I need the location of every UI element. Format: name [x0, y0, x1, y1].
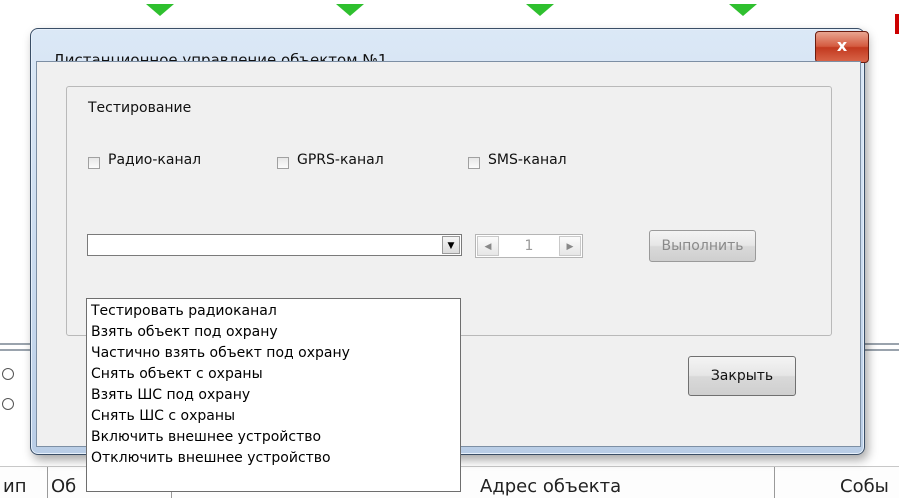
table-header-cell[interactable]: Адрес объекта	[440, 467, 775, 498]
sms-channel-checkbox[interactable]	[468, 157, 480, 169]
list-item[interactable]: Тестировать радиоканал	[87, 301, 460, 322]
background-radio[interactable]	[2, 368, 14, 380]
gprs-channel-checkbox[interactable]	[277, 157, 289, 169]
arrow-right-icon[interactable]: ▶	[559, 236, 581, 256]
sms-channel-label[interactable]: SMS-канал	[488, 152, 567, 168]
status-marker-icon	[146, 4, 174, 16]
group-label: Тестирование	[88, 100, 192, 116]
list-item[interactable]: Взять объект под охрану	[87, 322, 460, 343]
execute-button[interactable]: Выполнить	[649, 230, 756, 262]
close-icon: x	[836, 36, 848, 55]
list-item[interactable]: Снять объект с охраны	[87, 364, 460, 385]
chevron-down-icon[interactable]: ▼	[442, 236, 460, 254]
background-red-indicator	[895, 14, 899, 34]
table-header-cell[interactable]: ип	[0, 467, 48, 498]
status-marker-icon	[729, 4, 757, 16]
status-marker-icon	[336, 4, 364, 16]
number-spinner[interactable]: ◀ 1 ▶	[475, 234, 583, 258]
background-radio[interactable]	[2, 398, 14, 410]
list-item[interactable]: Снять ШС с охраны	[87, 406, 460, 427]
radio-channel-checkbox[interactable]	[88, 157, 100, 169]
spinner-value: 1	[524, 238, 534, 254]
close-button[interactable]: Закрыть	[688, 356, 796, 396]
list-item[interactable]: Частично взять объект под охрану	[87, 343, 460, 364]
gprs-channel-label[interactable]: GPRS-канал	[297, 152, 384, 168]
list-item[interactable]: Взять ШС под охрану	[87, 385, 460, 406]
command-dropdown-list: Тестировать радиоканал Взять объект под …	[86, 298, 461, 492]
command-combobox[interactable]: ▼	[87, 234, 462, 256]
window-close-button[interactable]: x	[815, 31, 869, 63]
list-item[interactable]: Отключить внешнее устройство	[87, 448, 460, 469]
radio-channel-label[interactable]: Радио-канал	[108, 152, 201, 168]
table-header-cell[interactable]: Собы	[780, 467, 899, 498]
arrow-left-icon[interactable]: ◀	[477, 236, 499, 256]
status-marker-icon	[526, 4, 554, 16]
list-item[interactable]: Включить внешнее устройство	[87, 427, 460, 448]
